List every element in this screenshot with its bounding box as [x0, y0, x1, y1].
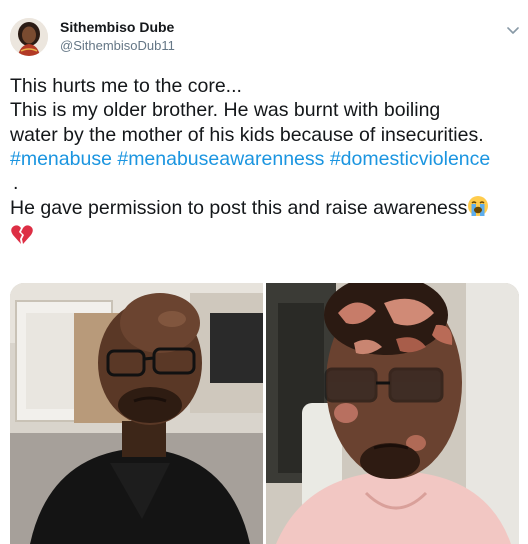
photo-man-before[interactable]	[10, 283, 263, 544]
tweet-line: water by the mother of his kids because …	[10, 123, 484, 146]
tweet-line: He gave permission to post this and rais…	[10, 195, 522, 223]
hashtag-link[interactable]: #domesticviolence	[330, 148, 490, 170]
broken-heart-icon	[10, 224, 34, 252]
hashtag-link[interactable]: #menabuse	[10, 148, 112, 170]
photo-man-burnt[interactable]	[266, 283, 519, 544]
tweet-text: This hurts me to the core... This is my …	[10, 74, 522, 252]
hashtag-line: #menabuse #menabuseawarenness #domesticv…	[10, 147, 522, 171]
tweet-line-text: He gave permission to post this and rais…	[10, 197, 468, 220]
avatar[interactable]	[10, 18, 48, 56]
loudly-crying-face-icon	[467, 195, 489, 223]
user-handle[interactable]: @SithembisoDub11	[60, 38, 175, 53]
display-name[interactable]: Sithembiso Dube	[60, 19, 174, 35]
tweet-line	[10, 224, 522, 252]
tweet-media	[10, 283, 519, 544]
tweet: Sithembiso Dube @SithembisoDub11 This hu…	[0, 0, 528, 544]
tweet-line: This is my older brother. He was burnt w…	[10, 99, 441, 122]
hashtag-link[interactable]: #menabuseawarenness	[117, 148, 324, 170]
avatar-image	[10, 18, 48, 56]
tweet-line: .	[13, 172, 19, 195]
tweet-line: This hurts me to the core...	[10, 75, 242, 97]
chevron-down-icon[interactable]	[505, 22, 521, 38]
